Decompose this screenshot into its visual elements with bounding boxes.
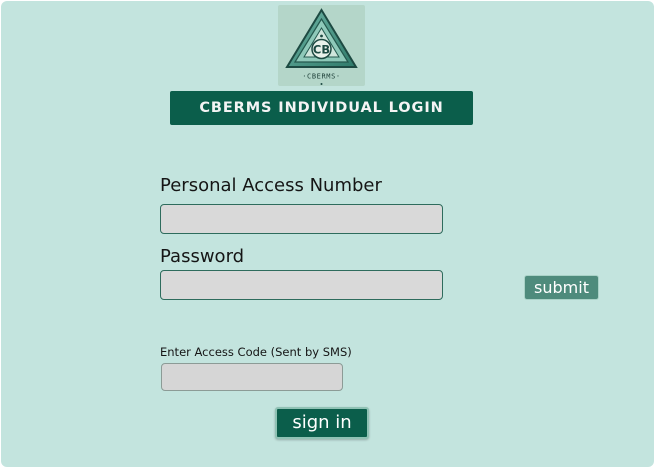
access-code-input[interactable] bbox=[161, 363, 343, 391]
logo-wordmark: ·CBERMS· bbox=[302, 73, 341, 81]
page-title: CBERMS INDIVIDUAL LOGIN bbox=[170, 91, 473, 125]
password-label: Password bbox=[160, 246, 245, 267]
password-input[interactable] bbox=[160, 270, 443, 300]
cberms-logo: CB ·CBERMS· bbox=[278, 5, 365, 86]
triangle-logo-icon: CB ·CBERMS· bbox=[285, 8, 358, 85]
pan-label: Personal Access Number bbox=[160, 175, 382, 196]
personal-access-number-input[interactable] bbox=[160, 204, 443, 234]
sign-in-button[interactable]: sign in bbox=[275, 407, 369, 439]
submit-button[interactable]: submit bbox=[524, 275, 599, 300]
logo-monogram: CB bbox=[313, 43, 330, 57]
login-page: CB ·CBERMS· CBERMS INDIVIDUAL LOGIN Pers… bbox=[1, 1, 654, 467]
access-code-label: Enter Access Code (Sent by SMS) bbox=[160, 345, 352, 359]
